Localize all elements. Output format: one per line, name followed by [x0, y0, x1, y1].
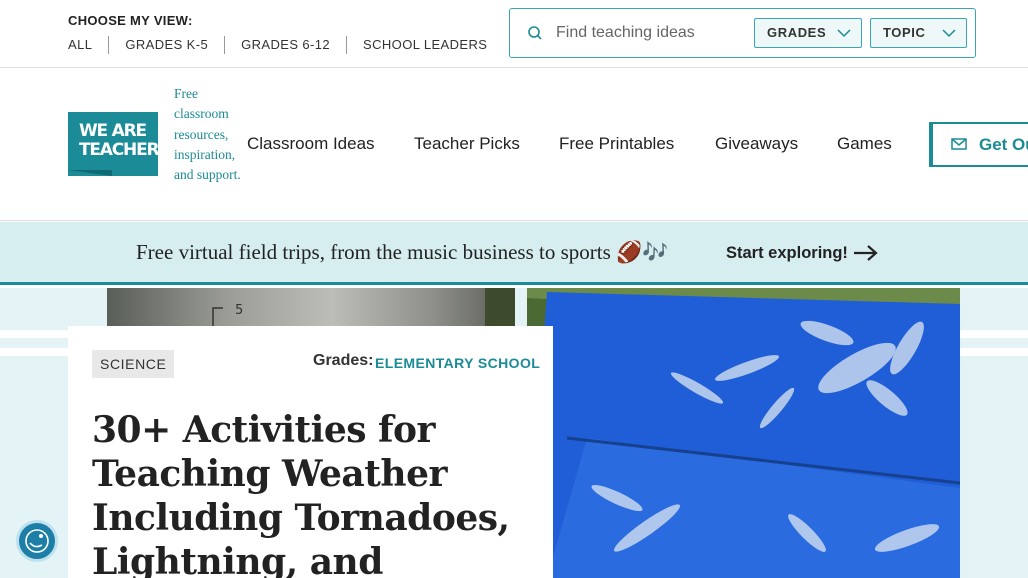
search-icon[interactable] [527, 25, 543, 41]
mail-icon [951, 138, 967, 150]
nav-games[interactable]: Games [837, 134, 892, 154]
accessibility-button[interactable] [16, 520, 58, 562]
grades-dropdown-label: GRADES [767, 25, 827, 40]
search-input[interactable] [556, 18, 756, 48]
nav-classroom-ideas[interactable]: Classroom Ideas [247, 134, 375, 154]
banner-link[interactable]: Start exploring! [726, 244, 848, 263]
top-bar: CHOOSE MY VIEW: ALL GRADES K-5 GRADES 6-… [0, 0, 1028, 68]
chevron-down-icon [837, 29, 851, 38]
view-option-grades-k-5[interactable]: GRADES K-5 [108, 36, 224, 54]
view-option-school-leaders[interactable]: SCHOOL LEADERS [346, 36, 503, 54]
chevron-down-icon [942, 29, 956, 38]
article-card: SCIENCE Grades: ELEMENTARY SCHOOL 30+ Ac… [68, 326, 553, 578]
logo-tail [68, 170, 112, 176]
site-logo[interactable]: WE ARE TEACHERS [68, 112, 171, 176]
view-picker-title: CHOOSE MY VIEW: [68, 13, 193, 28]
article-title: 30+ Activities for Teaching Weather Incl… [92, 409, 510, 578]
banner-text: Free virtual field trips, from the music… [136, 240, 669, 264]
nav-teacher-picks[interactable]: Teacher Picks [414, 134, 520, 154]
topic-dropdown-label: TOPIC [883, 25, 926, 40]
logo-line-2: TEACHERS [79, 140, 171, 160]
nav-giveaways[interactable]: Giveaways [715, 134, 798, 154]
view-option-all[interactable]: ALL [68, 36, 108, 54]
grades-value[interactable]: ELEMENTARY SCHOOL [375, 355, 540, 371]
grades-dropdown[interactable]: GRADES [754, 18, 862, 48]
arrow-right-icon[interactable] [853, 244, 879, 262]
newsletter-button[interactable]: Get Our [929, 122, 1028, 167]
view-option-grades-6-12[interactable]: GRADES 6-12 [224, 36, 346, 54]
article-hero: 5 SCIENCE Grades: ELEMENTARY SCHOOL 30+ … [0, 288, 1028, 578]
hero-photo [527, 288, 960, 578]
hero-photo-left: 5 [107, 288, 515, 328]
topic-dropdown[interactable]: TOPIC [870, 18, 967, 48]
newsletter-button-label: Get Our [979, 135, 1028, 154]
view-picker-links: ALL GRADES K-5 GRADES 6-12 SCHOOL LEADER… [68, 36, 503, 54]
accessibility-icon [25, 529, 49, 553]
site-header: WE ARE TEACHERS Free classroom resources… [0, 68, 1028, 221]
site-tagline: Free classroom resources, inspiration, a… [174, 86, 241, 183]
promo-banner: Free virtual field trips, from the music… [0, 222, 1028, 285]
logo-line-1: WE ARE [79, 121, 147, 141]
search-box: GRADES TOPIC [509, 8, 976, 58]
nav-free-printables[interactable]: Free Printables [559, 134, 674, 154]
grades-label: Grades: [313, 352, 374, 369]
category-tag[interactable]: SCIENCE [92, 350, 175, 378]
svg-text:5: 5 [235, 303, 243, 318]
